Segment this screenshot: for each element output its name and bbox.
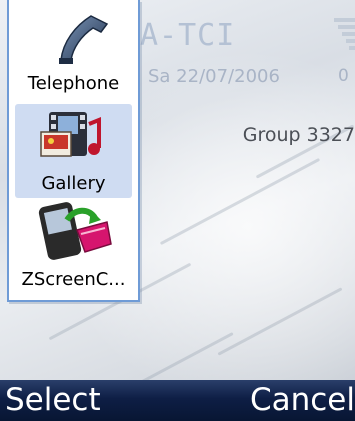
gallery-icon	[15, 104, 132, 164]
zscreencapture-icon	[15, 200, 132, 260]
app-item-zscreencapture[interactable]: ZScreenC...	[15, 200, 132, 294]
active-apps-popup: Telephone Gallery ZScreenC...	[7, 0, 140, 302]
select-softkey[interactable]: Select	[5, 382, 101, 418]
app-label-gallery: Gallery	[41, 173, 106, 194]
group-label: Group 3327	[242, 124, 355, 146]
app-item-telephone[interactable]: Telephone	[15, 4, 132, 98]
signal-strength-icon	[334, 18, 355, 66]
app-label-zscreencapture: ZScreenC...	[21, 269, 126, 290]
cancel-softkey[interactable]: Cancel	[250, 382, 355, 418]
date-label: Sa 22/07/2006	[148, 66, 280, 87]
app-item-gallery[interactable]: Gallery	[15, 104, 132, 198]
telephone-icon	[15, 4, 132, 64]
operator-name: A-TCI	[140, 18, 236, 53]
app-label-telephone: Telephone	[27, 73, 120, 94]
clock-label: 0	[338, 66, 349, 86]
softkey-bar: Select Cancel	[0, 380, 355, 421]
